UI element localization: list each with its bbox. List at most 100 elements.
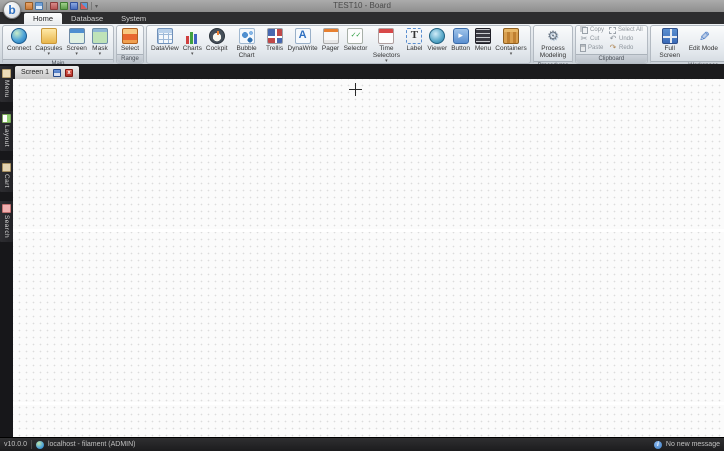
edit-mode-button[interactable]: Edit Mode [687,27,720,53]
ribbon-button-label: Redo [619,45,634,52]
dropdown-arrow-icon[interactable]: ▾ [99,51,102,57]
dropdown-arrow-icon[interactable]: ▾ [510,51,513,57]
ribbon-button-label: Process Modeling [539,45,567,60]
trellis-button[interactable]: Trellis [264,27,286,53]
full-screen-button[interactable]: Full Screen [653,27,687,60]
container-box-icon [502,28,519,44]
close-screen-icon[interactable]: x [65,68,74,77]
sidebar-tab-search[interactable]: Search [0,200,13,242]
ribbon-button-label: Paste [587,45,604,52]
crosshair-cursor [349,83,362,96]
mask-button[interactable]: Mask ▾ [89,27,111,58]
button-button[interactable]: Button [449,27,472,53]
board-logo-letter: b [8,3,16,17]
titlebar: b ▾ TEST10 - Board [0,0,724,19]
ribbon-button-label: Menu [474,45,492,52]
process-modeling-button[interactable]: Process Modeling [536,27,570,60]
ribbon-group-buttons: Copy Cut Paste Select All Undo Redo [576,26,647,54]
mask-window-icon [91,28,108,44]
bubble-chart-button[interactable]: Bubble Chart [230,27,264,60]
tab-home[interactable]: Home [24,13,63,24]
window-title: TEST10 - Board [333,1,391,10]
workarea: Menu Layout Cart Search Screen 1 x [0,64,724,437]
layout-panel-icon [2,113,11,123]
sidebar-tab-menu[interactable]: Menu [0,66,13,102]
select-button[interactable]: Select [119,27,141,53]
screen-objects-button[interactable]: Screen Objects [720,27,724,60]
ribbon-button-label: Full Screen [659,45,680,60]
ribbon-group-label: Clipboard [575,54,647,63]
sidebar-tab-label: Cart [3,173,10,188]
ribbon-group-buttons: DataView Charts ▾ Cockpit Bubble Chart Trelli… [147,26,530,64]
ribbon-group-procedures: Process ModelingProcedures [532,25,573,64]
dropdown-arrow-icon[interactable]: ▾ [75,51,78,57]
dataview-button[interactable]: DataView [149,27,181,53]
selector-list-icon [347,28,364,44]
select-all-button: Select All [608,27,644,34]
save-screen-icon[interactable] [53,68,62,77]
message-info-icon[interactable]: i [653,440,662,449]
folder-icon [40,28,57,44]
capsules-button[interactable]: Capsules ▾ [33,27,64,58]
charts-button[interactable]: Charts ▾ [181,27,204,58]
ribbon-button-label: Time Selectors [372,45,400,60]
sidebar-tab-layout[interactable]: Layout [0,110,13,151]
dropdown-arrow-icon[interactable]: ▾ [48,51,51,57]
dynawrite-button[interactable]: DynaWrite [286,27,320,53]
ribbon-group-buttons: Connect Capsules ▾ Screen ▾ Mask ▾ [3,26,113,59]
time-selectors-button[interactable]: Time Selectors ▾ [369,27,403,64]
tab-database[interactable]: Database [62,12,112,24]
ribbon-button-label: Copy [589,27,604,34]
screen-button[interactable]: Screen ▾ [64,27,89,58]
ribbon-group-main: ConnectCapsules▾Screen▾Mask▾Main [2,25,114,64]
connect-button[interactable]: Connect [5,27,33,53]
tab-system[interactable]: System [112,12,155,24]
sidebar-tab-label: Search [3,214,10,238]
sidebar-tab-label: Menu [3,80,10,98]
ribbon-button-label: Select All [618,27,643,34]
redo-icon [609,44,617,52]
statusbar-right[interactable]: i No new message [653,440,720,449]
label-button[interactable]: Label [403,27,425,53]
cockpit-button[interactable]: Cockpit [204,27,230,53]
statusbar: v10.0.0 localhost - filament (ADMIN) i N… [0,437,724,451]
sidebar-tab-cart[interactable]: Cart [0,159,13,192]
ribbon-button-label: Edit Mode [688,45,718,52]
ribbon-button-label: Pager [321,45,340,52]
dropdown-arrow-icon[interactable]: ▾ [191,51,194,57]
main-area: Screen 1 x [13,64,724,437]
board-window: b ▾ TEST10 - Board Home Database System Co… [0,0,724,451]
sidebar-tab-label: Layout [3,124,10,147]
calendar-icon [378,28,395,44]
ribbon-button-label: DataView [151,45,179,52]
selector-button[interactable]: Selector [342,27,370,53]
containers-button[interactable]: Containers ▾ [494,27,528,58]
viewer-button[interactable]: Viewer [425,27,449,53]
statusbar-divider [30,440,32,449]
ribbon-group-label: Range [116,54,144,64]
copy-icon [581,27,588,34]
ribbon-button-label: Button [451,45,470,52]
ribbon-button-label: Cut [589,36,600,43]
ribbon: ConnectCapsules▾Screen▾Mask▾Main Select Ra… [0,24,724,64]
ribbon-group-range: Select Range [115,25,145,64]
screen-tab[interactable]: Screen 1 x [15,66,80,79]
design-canvas[interactable] [13,79,724,437]
select-all-icon [609,27,616,34]
viewer-globe-icon [429,28,446,44]
menu-list-icon [474,28,491,44]
pager-button[interactable]: Pager [320,27,342,53]
canvas-grid-band [13,402,724,405]
copy-button: Copy [579,27,605,34]
ribbon-button-label: Viewer [427,45,448,52]
label-text-icon [406,28,423,44]
ribbon-button-label: Trellis [266,45,284,52]
paste-icon [579,44,586,53]
version-label: v10.0.0 [4,441,27,448]
dataview-grid-icon [156,28,173,44]
ribbon-button-label: Cockpit [205,45,228,52]
ribbon-button-label: Selector [343,45,368,52]
board-logo-button[interactable]: b [3,1,21,19]
dynawrite-text-icon [294,28,311,44]
menu-button[interactable]: Menu [472,27,494,53]
